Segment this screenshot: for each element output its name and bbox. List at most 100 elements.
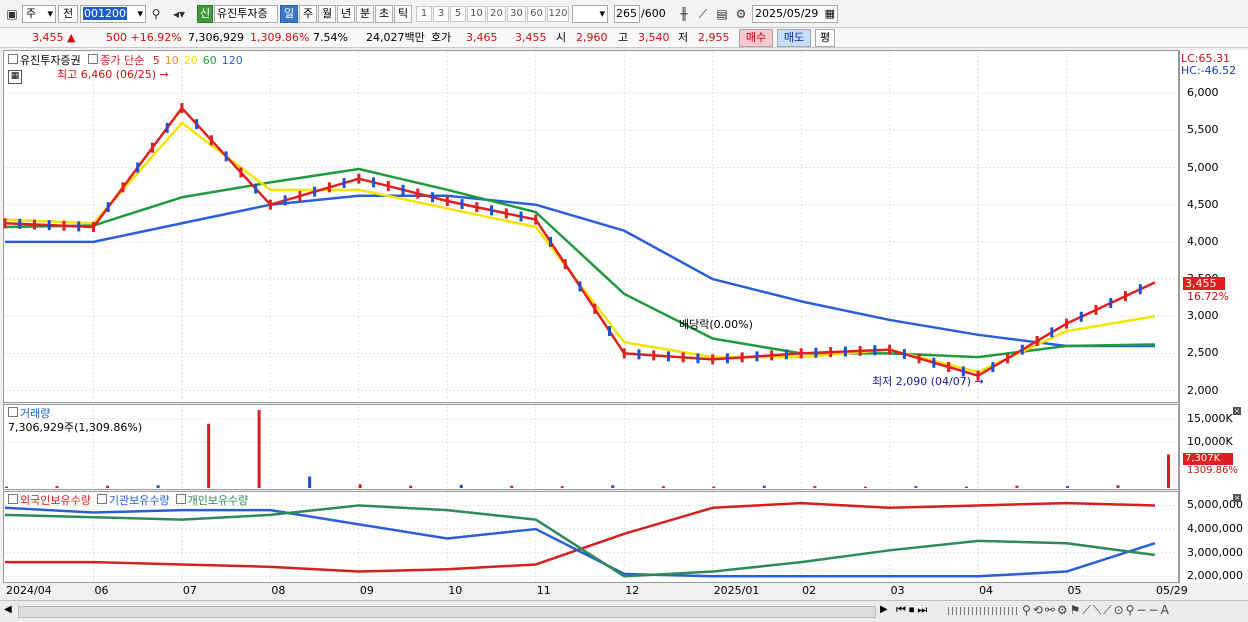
candle: [327, 182, 331, 193]
last-price-tag: 3,455: [1183, 277, 1225, 290]
candle: [814, 347, 818, 358]
x-tick-label: 2025/01: [713, 584, 760, 597]
tool-icons[interactable]: ⚲⟲⚯⚙⚑⟋⟍⟋⊙⚲−−A: [1022, 603, 1171, 618]
volume-bar: [964, 486, 968, 488]
candle: [47, 220, 51, 231]
holdings-legend-1: 기관보유수량: [108, 494, 170, 507]
volume-bar: [611, 485, 615, 488]
candle: [622, 348, 626, 359]
holdings-line-2: [4, 504, 1156, 578]
price-y-tick: 2,000: [1187, 383, 1219, 397]
candle: [1138, 284, 1142, 295]
candle: [637, 349, 641, 360]
close-icon[interactable]: ×: [1233, 494, 1241, 502]
scrollbar-track[interactable]: [18, 606, 876, 618]
candle: [62, 220, 66, 231]
volume-bar: [1116, 485, 1120, 488]
price-y-tick: 2,500: [1187, 346, 1219, 360]
volume-y-tick: 15,000K: [1187, 412, 1233, 426]
candle: [947, 362, 951, 373]
candle: [740, 352, 744, 363]
candle: [239, 167, 243, 178]
volume-bar: [5, 486, 8, 488]
legend-box-icon: [8, 407, 18, 417]
candle: [475, 202, 479, 213]
candle: [209, 135, 213, 146]
candle: [150, 142, 154, 153]
zoom-slider[interactable]: [948, 607, 1018, 615]
holdings-legend-2: 개인보유수량: [187, 494, 249, 507]
high-note-text: 최고 6,460 (06/25): [57, 68, 157, 81]
volume-bar: [409, 485, 413, 488]
holdings-legend: 외국인보유수량 기관보유수량 개인보유수량: [8, 492, 248, 508]
holdings-y-tick: 3,000,000: [1187, 545, 1243, 559]
volume-bar: [863, 486, 867, 488]
grid-icon[interactable]: ▦: [8, 70, 22, 84]
candle: [165, 122, 169, 133]
volume-bar: [762, 485, 766, 488]
candle: [445, 195, 449, 206]
candle: [298, 191, 302, 202]
candle: [121, 182, 125, 193]
volume-bars: [5, 410, 1170, 488]
candle: [873, 345, 877, 356]
legend-box-icon: [88, 54, 99, 64]
candle: [666, 351, 670, 362]
candle: [490, 205, 494, 216]
x-tick-label: 08: [271, 584, 286, 597]
volume-bar: [560, 486, 564, 488]
holdings-legend-0: 외국인보유수량: [20, 494, 91, 507]
ma-line-120: [5, 194, 1155, 348]
ma-line-60: [4, 167, 1156, 359]
legend-box-icon: [175, 494, 186, 504]
volume-bar: [207, 423, 211, 488]
arrow-right-icon: →: [159, 68, 169, 81]
candle: [357, 173, 361, 184]
volume-bar: [358, 484, 362, 488]
volume-bar: [712, 486, 716, 488]
hc-label: HC:-46.52: [1181, 64, 1237, 77]
price-y-tick: 4,000: [1187, 234, 1219, 248]
candle: [460, 199, 464, 210]
x-tick-label: 10: [448, 584, 463, 597]
volume-value-text: 7,306,929주(1,309.86%): [8, 421, 143, 434]
candle: [917, 353, 921, 364]
scroll-left-icon[interactable]: ◀: [4, 604, 12, 615]
candle: [652, 350, 656, 361]
candle: [1035, 336, 1039, 346]
candle: [1109, 298, 1113, 309]
candle: [1065, 318, 1069, 329]
candle: [593, 303, 597, 314]
price-y-tick: 6,000: [1187, 86, 1219, 100]
volume-bar: [510, 485, 514, 488]
x-tick-label: 05: [1067, 584, 1082, 597]
volume-bar: [813, 486, 817, 488]
holdings-lines: [4, 501, 1156, 578]
last-pct-tag: 16.72%: [1187, 290, 1229, 303]
candle: [195, 119, 199, 130]
volume-bar: [156, 485, 160, 488]
scroll-right-icon[interactable]: ▶: [880, 604, 888, 615]
playback-controls[interactable]: ⏮⏹⏭: [896, 603, 930, 617]
candle: [1079, 311, 1083, 322]
price-y-tick: 5,500: [1187, 123, 1219, 137]
close-icon[interactable]: ×: [1233, 407, 1241, 415]
candle: [578, 281, 582, 292]
high-note: 최고 6,460 (06/25) →: [57, 66, 169, 82]
volume-bar: [1015, 485, 1019, 488]
candle: [268, 199, 272, 210]
x-tick-label: 07: [182, 584, 197, 597]
legend-box-icon: [8, 54, 18, 64]
ma-period-20: 20: [183, 54, 198, 67]
legend-box-icon: [96, 494, 107, 504]
ma-period-120: 120: [221, 54, 243, 67]
candle: [106, 202, 110, 213]
candle: [313, 186, 317, 197]
candle: [342, 178, 346, 189]
volume-bar: [106, 485, 110, 488]
volume-bar: [257, 410, 261, 488]
candle: [607, 326, 611, 337]
volume-bar: [459, 484, 463, 488]
volume-bar: [914, 486, 918, 488]
last-volume-pct: 1309.86%: [1187, 465, 1238, 476]
